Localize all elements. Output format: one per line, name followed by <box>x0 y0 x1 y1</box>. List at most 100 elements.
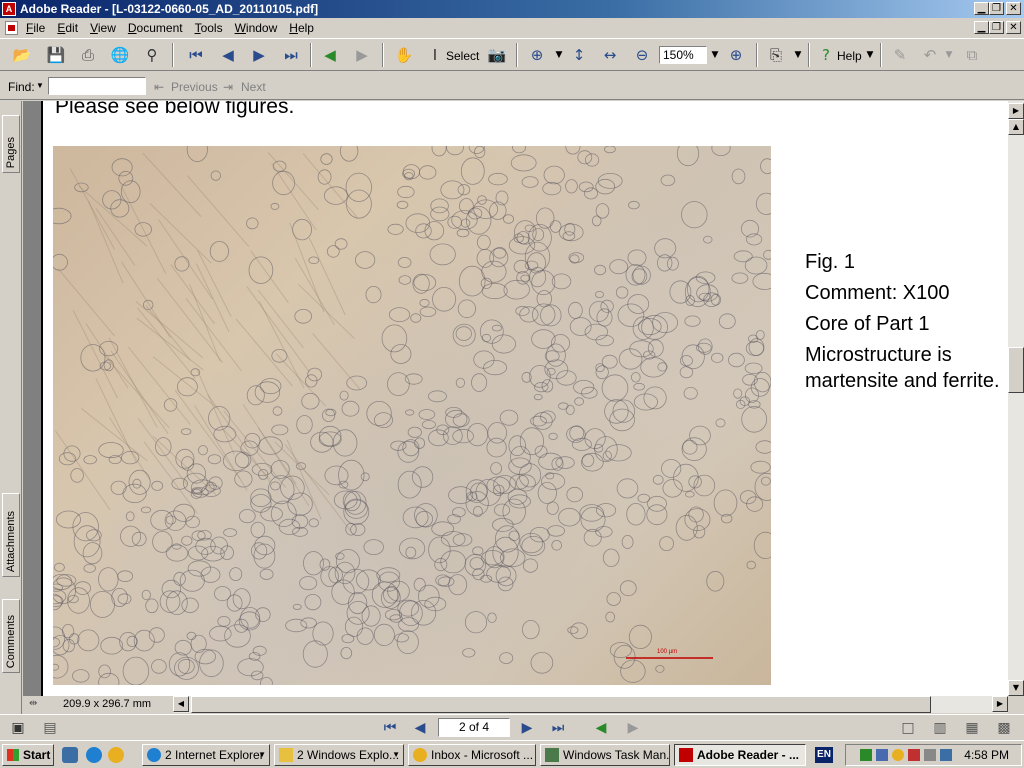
fit-page-icon[interactable]: ↕ <box>567 44 591 66</box>
save-icon[interactable]: 💾 <box>44 44 68 66</box>
tab-attachments[interactable]: Attachments <box>2 493 20 577</box>
email-icon[interactable]: 🌐 <box>108 44 132 66</box>
tab-attachments-label: Attachments <box>5 510 17 572</box>
zoom-in-icon[interactable]: ⊕ <box>724 44 748 66</box>
find-previous-button[interactable]: Previous <box>171 80 218 94</box>
scroll-right-button[interactable]: ▶ <box>992 696 1008 712</box>
nav-next-page-icon[interactable]: ▶ <box>517 719 537 737</box>
menu-help[interactable]: Help <box>289 21 314 35</box>
vertical-scroll-thumb[interactable] <box>1008 347 1024 393</box>
task-windows-explorer[interactable]: 2 Windows Explo... ▼ <box>274 744 404 766</box>
scroll-down-button[interactable]: ▼ <box>1008 680 1024 696</box>
nav-back-icon[interactable]: ◀ <box>591 719 611 737</box>
task-outlook-inbox[interactable]: Inbox - Microsoft ... <box>408 744 536 766</box>
document-view[interactable]: Please see below figures. 100 µm Fig. 1 … <box>23 101 1008 696</box>
tab-pages[interactable]: Pages <box>2 115 20 173</box>
start-button[interactable]: Start <box>2 744 54 766</box>
first-page-icon[interactable]: ⏮ <box>184 44 208 66</box>
rotate-dropdown-icon[interactable]: ▼ <box>786 44 810 66</box>
fit-width-icon[interactable]: ↔ <box>598 44 622 66</box>
horizontal-scrollbar[interactable]: ◀ ▶ <box>173 696 1008 713</box>
window-titlebar[interactable]: A Adobe Reader - [L-03122-0660-05_AD_201… <box>0 0 1024 18</box>
antivirus-shield-icon[interactable] <box>908 749 920 761</box>
tray-app-icon[interactable] <box>876 749 888 761</box>
nav-forward-icon[interactable]: ▶ <box>623 719 643 737</box>
document-icon[interactable] <box>5 21 18 35</box>
expand-right-icon[interactable]: ▶ <box>1008 103 1024 119</box>
menu-file[interactable]: File <box>26 21 45 35</box>
find-next-button[interactable]: Next <box>241 80 266 94</box>
caption-part: Core of Part 1 <box>805 313 930 335</box>
vertical-scrollbar[interactable]: ▶ ▲ ▼ <box>1008 101 1024 696</box>
last-page-icon[interactable]: ⏭ <box>279 44 303 66</box>
zoom-in-tool-icon[interactable]: ⊕ <box>525 44 549 66</box>
scroll-left-button[interactable]: ◀ <box>173 696 189 712</box>
split-window-icon[interactable]: ⇹ <box>29 698 37 709</box>
menu-tools[interactable]: Tools <box>195 21 223 35</box>
system-tray: 4:58 PM <box>845 744 1022 766</box>
next-page-icon[interactable]: ▶ <box>247 44 271 66</box>
scroll-up-button[interactable]: ▲ <box>1008 119 1024 135</box>
minimize-button[interactable]: ▁ <box>974 2 989 15</box>
go-forward-icon[interactable]: ▶ <box>350 44 374 66</box>
single-page-layout-icon[interactable]: □ <box>898 719 918 737</box>
adobe-reader-icon <box>679 748 693 762</box>
menu-window[interactable]: Window <box>235 21 278 35</box>
menu-edit[interactable]: Edit <box>57 21 78 35</box>
nav-previous-page-icon[interactable]: ◀ <box>410 719 430 737</box>
continuous-layout-icon[interactable]: ▥ <box>930 719 950 737</box>
continuous-facing-layout-icon[interactable]: ▩ <box>994 719 1014 737</box>
doc-restore-button[interactable]: ❐ <box>989 21 1004 34</box>
rotate-view-icon[interactable]: ⎘ <box>764 44 788 66</box>
nav-last-page-icon[interactable]: ⏭ <box>548 719 568 737</box>
spell-check-icon[interactable]: ✎ <box>888 44 912 66</box>
doc-minimize-button[interactable]: ▁ <box>974 21 989 34</box>
task-label: Adobe Reader - ... <box>697 748 800 762</box>
menu-document[interactable]: Document <box>128 21 183 35</box>
page-size: 209.9 x 296.7 mm <box>63 698 152 710</box>
find-options-icon[interactable]: ▼ <box>36 81 44 90</box>
copy-icon[interactable]: ⧉ <box>960 44 984 66</box>
find-input[interactable] <box>48 77 146 95</box>
help-icon[interactable]: ? <box>814 44 838 66</box>
hand-tool-icon[interactable]: ✋ <box>392 44 416 66</box>
select-tool-icon[interactable]: I <box>423 44 447 66</box>
previous-page-icon[interactable]: ◀ <box>216 44 240 66</box>
doc-close-button[interactable]: ✕ <box>1006 21 1021 34</box>
page-number-input[interactable]: 2 of 4 <box>438 718 510 737</box>
go-back-icon[interactable]: ◀ <box>318 44 342 66</box>
task-task-manager[interactable]: Windows Task Man... <box>540 744 670 766</box>
menu-view[interactable]: View <box>90 21 116 35</box>
internet-explorer-icon <box>147 748 161 762</box>
find-label[interactable]: Find: <box>8 80 35 94</box>
help-dropdown-icon[interactable]: ▼ <box>858 44 882 66</box>
select-tool-label[interactable]: Select <box>446 49 479 63</box>
volume-icon[interactable] <box>924 749 936 761</box>
language-indicator[interactable]: EN <box>815 747 833 763</box>
close-button[interactable]: ✕ <box>1006 2 1021 15</box>
zoom-input[interactable]: 150% <box>659 46 707 64</box>
single-page-icon[interactable]: ▣ <box>8 719 28 737</box>
show-desktop-icon[interactable] <box>62 747 78 763</box>
internet-explorer-icon[interactable] <box>86 747 102 763</box>
task-adobe-reader[interactable]: Adobe Reader - ... <box>674 744 806 766</box>
network-icon[interactable] <box>860 749 872 761</box>
print-icon[interactable]: ⎙ <box>76 44 100 66</box>
restore-button[interactable]: ❐ <box>989 2 1004 15</box>
task-label: 2 Windows Explo... <box>297 748 400 762</box>
search-binoculars-icon[interactable]: ⚲ <box>140 44 164 66</box>
zoom-out-icon[interactable]: ⊖ <box>630 44 654 66</box>
facing-layout-icon[interactable]: ▦ <box>962 719 982 737</box>
tray-clock-icon[interactable] <box>892 749 904 761</box>
adobe-reader-icon: A <box>2 2 16 16</box>
undo-dropdown-icon[interactable]: ▼ <box>937 44 961 66</box>
tray-monitor-icon[interactable] <box>940 749 952 761</box>
outlook-quick-icon[interactable] <box>108 747 124 763</box>
open-icon[interactable]: 📂 <box>10 44 34 66</box>
nav-first-page-icon[interactable]: ⏮ <box>380 719 400 737</box>
snapshot-icon[interactable]: 📷 <box>485 44 509 66</box>
horizontal-scroll-thumb[interactable] <box>191 696 931 713</box>
document-icon-small[interactable]: ▤ <box>40 719 60 737</box>
task-internet-explorer[interactable]: 2 Internet Explorer ▼ <box>142 744 270 766</box>
tab-comments[interactable]: Comments <box>2 599 20 673</box>
